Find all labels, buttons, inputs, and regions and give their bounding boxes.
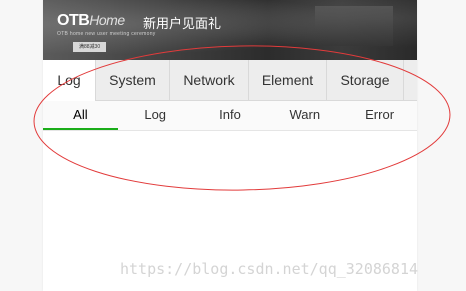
banner-promo-text: 新用户见面礼 xyxy=(143,16,222,31)
filter-warn[interactable]: Warn xyxy=(267,101,342,130)
filter-all[interactable]: All xyxy=(43,101,118,130)
tab-storage[interactable]: Storage xyxy=(327,60,404,100)
tab-element[interactable]: Element xyxy=(249,60,327,100)
banner-decoration xyxy=(315,6,393,46)
main-tab-bar: Log System Network Element Storage xyxy=(43,60,417,101)
filter-log[interactable]: Log xyxy=(118,101,193,130)
banner-logo-text: OTB xyxy=(57,12,90,29)
banner-logo-suffix: Home xyxy=(89,12,125,28)
console-panel: OTBHome 新用户见面礼 OTB home new user meeting… xyxy=(43,0,417,291)
filter-info[interactable]: Info xyxy=(193,101,268,130)
tab-network[interactable]: Network xyxy=(170,60,249,100)
banner-badge[interactable]: 满88减30 xyxy=(73,42,107,52)
banner-logo: OTBHome xyxy=(57,12,125,30)
tab-log[interactable]: Log xyxy=(43,60,96,101)
banner-subtext: OTB home new user meeting ceremony xyxy=(57,31,156,37)
tab-system[interactable]: System xyxy=(96,60,170,100)
log-filter-bar: All Log Info Warn Error xyxy=(43,101,417,131)
tab-overflow xyxy=(404,60,417,100)
watermark-text: https://blog.csdn.net/qq_32086814 xyxy=(120,260,419,278)
filter-error[interactable]: Error xyxy=(342,101,417,130)
promo-banner[interactable]: OTBHome 新用户见面礼 OTB home new user meeting… xyxy=(43,0,417,60)
